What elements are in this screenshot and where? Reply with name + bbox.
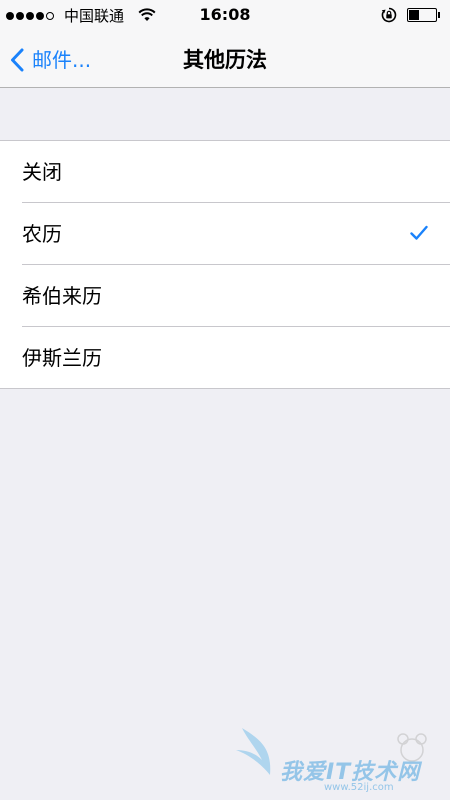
option-label: 希伯来历 [22, 283, 102, 308]
battery-icon [407, 8, 437, 22]
option-row-chinese[interactable]: 农历 [22, 202, 450, 264]
option-row-off[interactable]: 关闭 [0, 141, 450, 202]
page-title: 其他历法 [183, 48, 267, 72]
calendar-options-list: 关闭 农历 希伯来历 伊斯兰历 [0, 140, 450, 389]
site-watermark: 我爱IT技术网 www.52ij.com [232, 720, 442, 800]
navigation-bar: 邮件... 其他历法 [0, 32, 450, 88]
option-row-hebrew[interactable]: 希伯来历 [22, 264, 450, 326]
checkmark-icon [410, 225, 428, 245]
status-bar: 中国联通 16:08 [0, 0, 450, 32]
option-label: 农历 [22, 221, 62, 246]
watermark-url: www.52ij.com [324, 782, 394, 793]
option-label: 关闭 [22, 159, 62, 184]
option-label: 伊斯兰历 [22, 345, 102, 370]
orientation-lock-icon [381, 7, 397, 27]
battery-nub [438, 12, 440, 18]
option-row-islamic[interactable]: 伊斯兰历 [22, 326, 450, 388]
